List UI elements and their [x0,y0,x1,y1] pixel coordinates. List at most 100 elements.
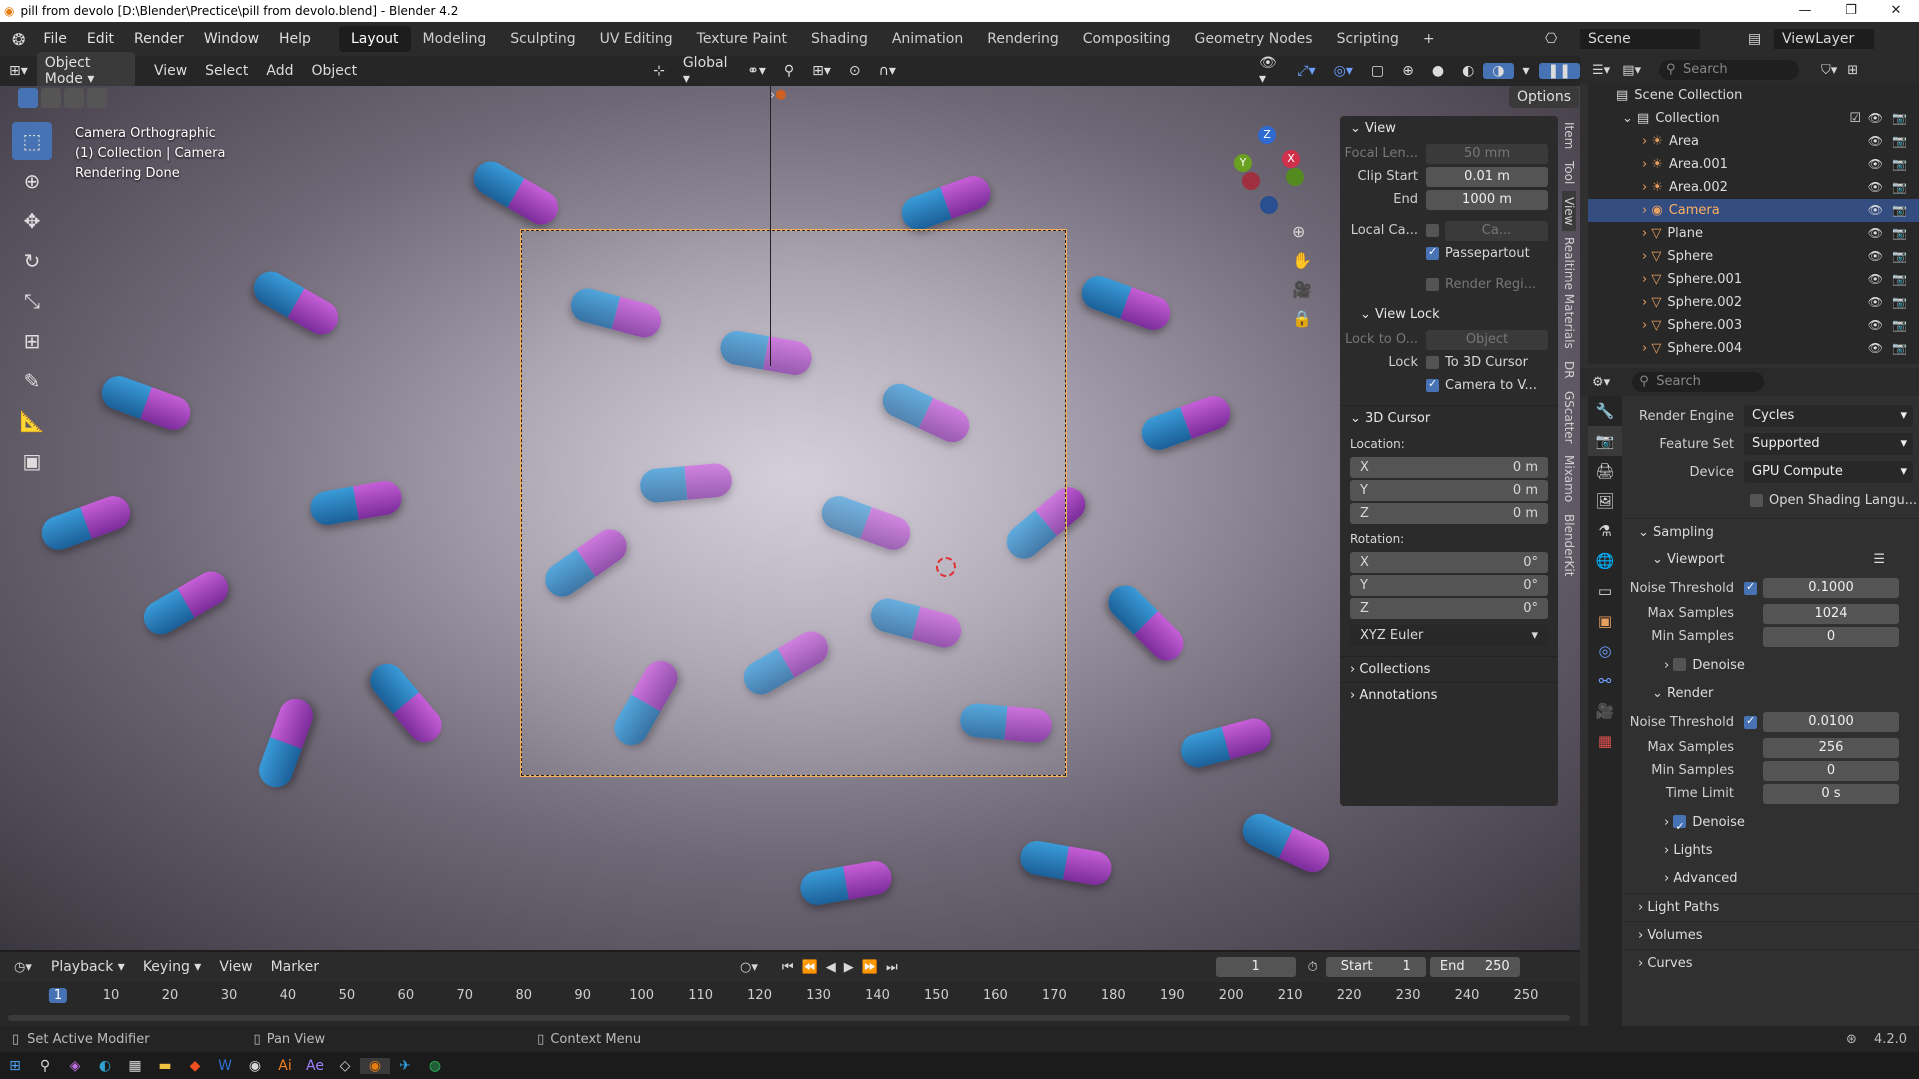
texture-tab-icon[interactable]: ▦ [1588,726,1622,756]
annotate-icon[interactable]: ✎ [12,362,52,400]
viewlayer-name[interactable]: ViewLayer [1774,29,1874,49]
annotations-header[interactable]: › Annotations [1340,682,1558,708]
tab-view[interactable]: View [1562,190,1576,232]
filter-icon[interactable]: ⛉▾ [1821,63,1837,78]
telegram-icon[interactable]: ✈ [390,1058,420,1074]
cursor-rot-y[interactable]: Y 0° [1350,575,1548,596]
cursor-loc-z[interactable]: Z0 m [1350,503,1548,524]
menu-help[interactable]: Help [269,31,321,47]
axis-neg-y-icon[interactable] [1286,168,1304,186]
outliner-item-sphere-002[interactable]: › ▽ Sphere.002 👁 📷 [1588,291,1919,314]
copilot-icon[interactable]: ◈ [60,1058,90,1074]
tab-mixamo[interactable]: Mixamo [1562,449,1576,508]
zoom-icon[interactable]: ⊕ [1292,222,1312,241]
editor-type-icon[interactable]: ⊞▾ [0,63,37,79]
frame-ruler[interactable]: 1 10 20 30 40 50 60 70 80 90 100 110 120 130 140 150 160… [0,982,1580,1012]
rotation-mode-dropdown[interactable]: XYZ Euler ▾ [1350,625,1548,646]
tab-animation[interactable]: Animation [880,26,975,52]
after-effects-icon[interactable]: Ae [300,1058,330,1074]
volumes-header[interactable]: › Volumes [1624,921,1919,949]
timeline-view-menu[interactable]: View [210,959,261,975]
preset-list-icon[interactable]: ☰ [1873,546,1885,574]
osl-checkbox[interactable] [1750,493,1763,507]
tool-tab-icon[interactable]: 🔧 [1588,396,1622,426]
menu-edit[interactable]: Edit [77,31,124,47]
outliner-item-sphere-003[interactable]: › ▽ Sphere.003 👁 📷 [1588,314,1919,337]
lock-cursor-checkbox[interactable] [1426,356,1439,369]
navigation-gizmo[interactable]: Z Y X [1230,126,1310,216]
r-max-field[interactable]: 256 [1763,737,1899,758]
preview-range-icon[interactable]: ⏱ [1308,960,1318,975]
cursor-icon[interactable]: ⊕ [12,162,52,200]
focal-length-field[interactable]: 50 mm [1426,143,1548,164]
jump-start-icon[interactable]: ⏮ [782,960,794,975]
viewlayer-icon[interactable]: ▤ [1748,31,1761,47]
timeline-editor-icon[interactable]: ◷▾ [14,960,32,975]
add-workspace-icon[interactable]: + [1411,26,1447,52]
menu-window[interactable]: Window [194,31,269,47]
explorer-icon[interactable]: ▬ [150,1058,180,1074]
illustrator-icon[interactable]: Ai [270,1058,300,1074]
feature-set-dropdown[interactable]: Supported ▾ [1744,433,1913,455]
lock-icon[interactable]: 🔒 [1292,309,1312,328]
material-preview-icon[interactable]: ›⬢ [770,88,787,103]
menu-select[interactable]: Select [196,63,257,79]
blender-menu-icon[interactable]: ❂ [12,30,25,49]
menu-add[interactable]: Add [257,63,302,79]
tab-layout[interactable]: Layout [338,26,411,52]
tab-rendering[interactable]: Rendering [975,26,1071,52]
outliner-item-area-002[interactable]: › ☀ Area.002 👁 📷 [1588,176,1919,199]
close-icon[interactable]: ✕ [1873,0,1919,22]
vp-min-field[interactable]: 0 [1763,626,1899,647]
select-new-icon[interactable] [18,88,38,108]
camera-to-view-checkbox[interactable] [1426,377,1439,392]
object-tab-icon[interactable]: ▣ [1588,606,1622,636]
taskbar-search-icon[interactable]: ⚲ [30,1058,60,1074]
jump-end-icon[interactable]: ⏭ [886,960,898,975]
properties-search-input[interactable]: ⚲ Search [1632,372,1765,392]
orientation-icon[interactable]: ⊹ [644,63,674,79]
curves-header[interactable]: › Curves [1624,949,1919,977]
axis-x-icon[interactable]: X [1282,150,1300,168]
scale-icon[interactable]: ⤡ [12,282,52,320]
advanced-header[interactable]: › Advanced [1624,865,1919,893]
vp-noise-field[interactable]: 0.1000 [1763,578,1899,598]
scene-icon[interactable]: ⎔ [1545,31,1557,47]
measure-icon[interactable]: 📐 [12,402,52,440]
vp-max-field[interactable]: 1024 [1763,603,1899,624]
blender-taskbar-icon[interactable]: ◉ [360,1057,390,1074]
tab-blenderkit[interactable]: BlenderKit [1562,508,1576,582]
playback-menu[interactable]: Playback ▾ [42,959,134,975]
cursor-loc-y[interactable]: Y0 m [1350,480,1548,501]
tab-shading[interactable]: Shading [799,26,880,52]
xray-icon[interactable]: ▢ [1362,63,1393,79]
vp-noise-checkbox[interactable] [1744,580,1757,595]
shading-dropdown-icon[interactable]: ▾ [1514,63,1539,79]
mode-dropdown[interactable]: Object Mode ▾ [36,52,135,90]
pivot-icon[interactable]: ⚭▾ [738,63,775,79]
axis-y-icon[interactable]: Y [1234,154,1252,172]
overlay-icon[interactable]: ◎▾ [1325,63,1362,79]
tab-texture-paint[interactable]: Texture Paint [685,26,799,52]
data-tab-icon[interactable]: 🎥 [1588,696,1622,726]
keying-menu[interactable]: Keying ▾ [134,959,211,975]
r-noise-field[interactable]: 0.0100 [1763,712,1899,732]
outliner-item-sphere[interactable]: › ▽ Sphere 👁 📷 [1588,245,1919,268]
select-extend-icon[interactable] [41,88,61,108]
play-icon[interactable]: ▶ [844,960,854,975]
camera-view-icon[interactable]: 🎥 [1292,280,1312,299]
gizmo-icon[interactable]: ⤢▾ [1288,63,1324,79]
clip-start-field[interactable]: 0.01 m [1426,166,1548,187]
collections-header[interactable]: › Collections [1340,656,1558,682]
select-box-icon[interactable]: ⬚ [12,122,52,160]
outliner-collection[interactable]: ⌄ ▤ Collection ☑ 👁 📷 [1588,107,1919,130]
transform-icon[interactable]: ⊞ [12,322,52,360]
whatsapp-icon[interactable]: ◍ [420,1058,450,1074]
maximize-icon[interactable]: ❐ [1828,0,1874,22]
prev-keyframe-icon[interactable]: ⏪ [802,960,818,975]
axis-neg-z-icon[interactable] [1260,196,1278,214]
collection-tab-icon[interactable]: ▭ [1588,576,1622,606]
shading-material-icon[interactable]: ◐ [1453,63,1483,79]
tab-item[interactable]: Item [1562,116,1576,155]
tab-tool[interactable]: Tool [1562,155,1576,190]
